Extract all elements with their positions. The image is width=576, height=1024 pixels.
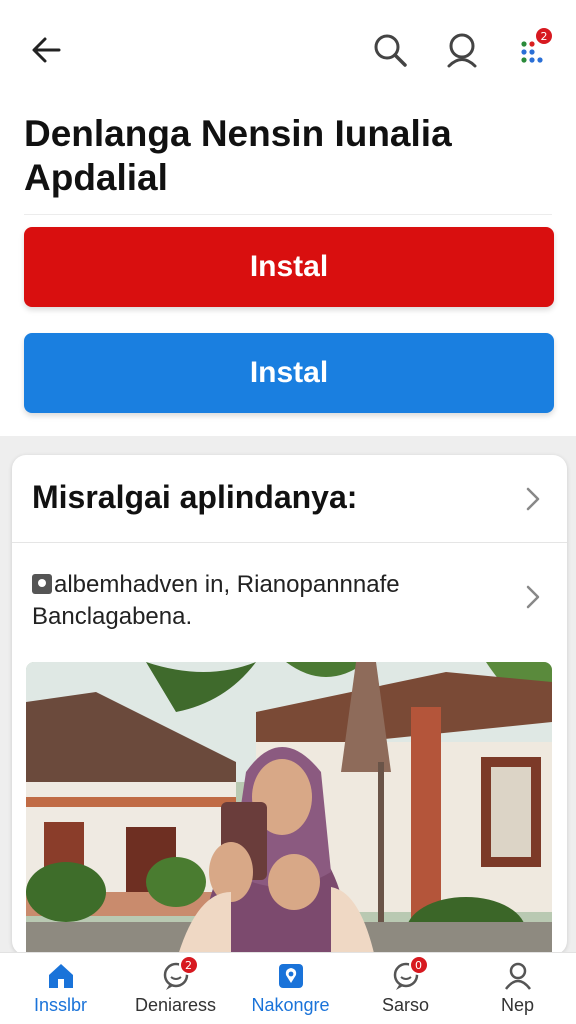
search-button[interactable] <box>368 28 412 72</box>
nav-label: Sarso <box>381 995 430 1015</box>
back-button[interactable] <box>24 28 68 72</box>
page-title: Denlanga Nensin Iunalia Apdalial <box>24 113 452 198</box>
nav-badge: 2 <box>178 955 199 975</box>
nav-item-home[interactable]: Insslbr <box>3 953 118 1024</box>
nav-badge: 0 <box>408 955 429 975</box>
card-header[interactable]: Misralgai aplindanya: <box>12 455 567 543</box>
nav-item-chat[interactable]: 0 Sarso <box>348 953 463 1024</box>
row-text-wrap: albemhadven in, Rianopannnafe Banclagabe… <box>32 569 492 633</box>
photo-image <box>26 662 552 955</box>
top-app-bar: 2 <box>0 0 576 100</box>
nav-item-messages[interactable]: 2 Deniaress <box>118 953 233 1024</box>
chevron-right-icon <box>526 487 540 511</box>
home-icon <box>46 961 76 991</box>
nav-label: Deniaress <box>134 995 217 1015</box>
nav-label: Nakongre <box>251 995 330 1015</box>
chevron-right-icon <box>526 585 540 609</box>
nav-item-profile[interactable]: Nep <box>460 953 575 1024</box>
install-button-red[interactable]: Instal <box>24 227 554 307</box>
magnifier-person-icon <box>447 33 477 68</box>
nav-item-map[interactable]: Nakongre <box>233 953 348 1024</box>
arrow-left-icon <box>32 37 61 63</box>
photo <box>26 662 552 955</box>
bottom-navigation: Insslbr 2 Deniaress Nakongre 0 Sarso Nep <box>0 952 576 1024</box>
info-card: Misralgai aplindanya: albemhadven in, Ri… <box>12 455 567 955</box>
apps-menu-button[interactable]: 2 <box>510 26 554 72</box>
notification-badge: 2 <box>534 26 554 46</box>
nav-label: Insslbr <box>33 995 87 1015</box>
chat-icon: 2 <box>161 955 199 991</box>
chat-icon: 0 <box>391 955 429 991</box>
account-search-button[interactable] <box>440 28 484 72</box>
search-icon <box>374 34 407 67</box>
divider <box>24 214 552 215</box>
location-icon <box>32 574 52 594</box>
card-row[interactable]: albemhadven in, Rianopannnafe Banclagabe… <box>12 543 567 653</box>
row-text: albemhadven in, Rianopannnafe Banclagabe… <box>32 571 400 630</box>
install-button-blue[interactable]: Instal <box>24 333 554 413</box>
nav-label: Nep <box>500 995 535 1015</box>
card-heading: Misralgai aplindanya: <box>32 479 358 515</box>
map-pin-icon <box>276 961 306 991</box>
profile-icon <box>503 961 533 991</box>
